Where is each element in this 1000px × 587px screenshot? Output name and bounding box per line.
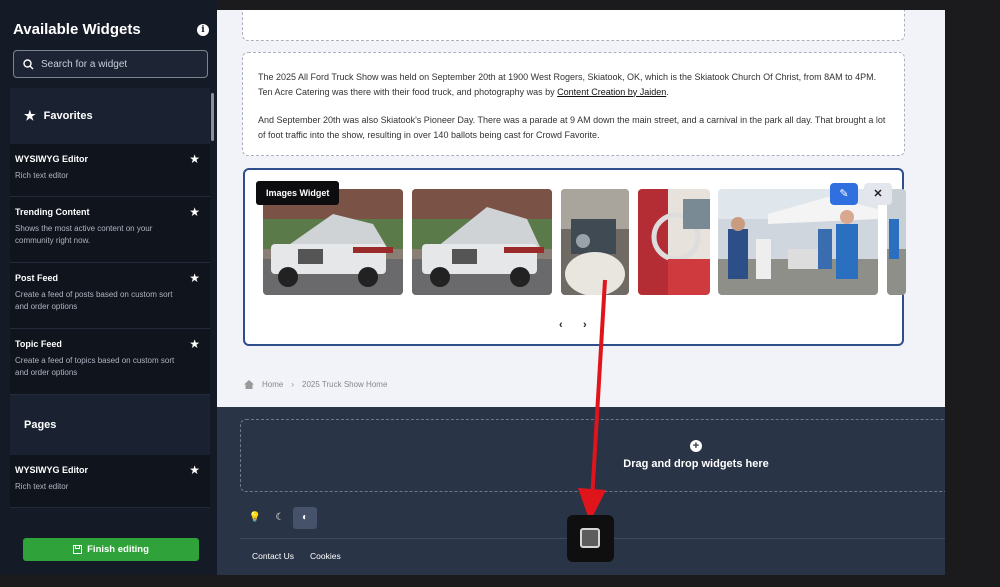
search-icon	[23, 59, 34, 70]
dark-theme-button[interactable]: ☾	[268, 507, 292, 529]
widget-item-trending[interactable]: Trending Content Shows the most active c…	[10, 197, 210, 263]
cookies-link[interactable]: Cookies	[310, 551, 341, 561]
sidebar-scrollbar[interactable]	[211, 93, 214, 141]
pencil-icon: ✎	[839, 188, 849, 200]
widget-search-input[interactable]: Search for a widget	[13, 50, 208, 78]
widget-desc: Rich text editor	[15, 482, 69, 491]
favorite-star-icon[interactable]: ★	[189, 205, 200, 219]
widget-name: Topic Feed	[15, 339, 62, 349]
images-widget-label: Images Widget	[256, 181, 340, 205]
paragraph-2: And September 20th was also Skiatook's P…	[258, 115, 886, 140]
widget-item-wysiwyg[interactable]: WYSIWYG Editor Rich text editor ★	[10, 144, 210, 197]
favorite-star-icon[interactable]: ★	[189, 463, 200, 477]
remove-widget-button[interactable]: ✕	[864, 183, 892, 205]
carousel-next-button[interactable]: ›	[583, 319, 587, 331]
widget-name: WYSIWYG Editor	[15, 154, 88, 164]
breadcrumb: Home › 2025 Truck Show Home	[244, 380, 387, 389]
floating-toggle-button[interactable]	[567, 515, 614, 562]
breadcrumb-current[interactable]: 2025 Truck Show Home	[302, 380, 387, 389]
widget-item-post-feed[interactable]: Post Feed Create a feed of posts based o…	[10, 263, 210, 329]
widget-item-wysiwyg-pages[interactable]: WYSIWYG Editor Rich text editor ★	[10, 455, 210, 508]
edit-widget-button[interactable]: ✎	[830, 183, 858, 205]
close-icon: ✕	[873, 188, 883, 200]
widget-sidebar: Available Widgets i Search for a widget …	[0, 0, 217, 575]
auto-theme-button[interactable]: ◐	[293, 507, 317, 529]
right-margin	[945, 0, 1000, 587]
gallery-image[interactable]	[412, 189, 552, 295]
favorite-star-icon[interactable]: ★	[189, 337, 200, 351]
images-widget[interactable]: Images Widget ✎ ✕ ‹ ›	[243, 168, 906, 346]
widget-desc: Shows the most active content on your co…	[15, 224, 153, 245]
breadcrumb-home[interactable]: Home	[262, 380, 283, 389]
widget-item-topic-feed[interactable]: Topic Feed Create a feed of topics based…	[10, 329, 210, 395]
pages-label: Pages	[24, 419, 57, 431]
favorite-star-icon[interactable]: ★	[189, 271, 200, 285]
carousel-prev-button[interactable]: ‹	[559, 319, 563, 331]
finish-editing-button[interactable]: Finish editing	[23, 538, 199, 561]
lightbulb-icon: 💡	[248, 512, 262, 523]
page-canvas: The 2025 All Ford Truck Show was held on…	[217, 10, 945, 407]
widget-desc: Create a feed of posts based on custom s…	[15, 290, 173, 311]
search-placeholder: Search for a widget	[41, 59, 128, 70]
gallery-image-partial[interactable]	[887, 189, 906, 295]
widget-list[interactable]: ★ Favorites WYSIWYG Editor Rich text edi…	[10, 88, 210, 508]
widget-dropzone[interactable]: + Drag and drop widgets here	[240, 419, 955, 492]
star-icon: ★	[24, 108, 36, 123]
finish-editing-label: Finish editing	[87, 544, 149, 555]
moon-icon: ☾	[275, 512, 285, 523]
favorites-section-header: ★ Favorites	[10, 88, 210, 144]
save-icon	[73, 545, 83, 554]
widget-desc: Rich text editor	[15, 171, 69, 180]
light-theme-button[interactable]: 💡	[243, 507, 267, 529]
widget-card-top[interactable]	[242, 10, 905, 41]
paragraph-text: .	[666, 86, 669, 97]
pages-section-header: Pages	[10, 395, 210, 455]
gallery-image[interactable]	[561, 189, 629, 295]
dropzone-text: Drag and drop widgets here	[623, 458, 769, 470]
favorite-star-icon[interactable]: ★	[189, 152, 200, 166]
widget-name: Post Feed	[15, 273, 59, 283]
contact-us-link[interactable]: Contact Us	[252, 551, 294, 561]
contrast-icon: ◐	[301, 512, 309, 523]
text-widget[interactable]: The 2025 All Ford Truck Show was held on…	[242, 52, 905, 156]
gallery-image[interactable]	[638, 189, 710, 295]
favorites-label: Favorites	[43, 110, 93, 122]
sidebar-title: Available Widgets	[13, 21, 141, 38]
plus-icon: +	[690, 440, 702, 452]
widget-name: WYSIWYG Editor	[15, 465, 88, 475]
square-icon	[580, 528, 600, 548]
info-icon[interactable]: i	[197, 24, 209, 36]
top-strip	[217, 0, 945, 10]
content-creation-link[interactable]: Content Creation by Jaiden	[557, 87, 666, 97]
widget-desc: Create a feed of topics based on custom …	[15, 356, 175, 377]
breadcrumb-separator: ›	[291, 380, 295, 389]
paragraph-1: The 2025 All Ford Truck Show was held on…	[258, 70, 889, 99]
home-icon	[244, 380, 254, 389]
widget-name: Trending Content	[15, 207, 90, 217]
